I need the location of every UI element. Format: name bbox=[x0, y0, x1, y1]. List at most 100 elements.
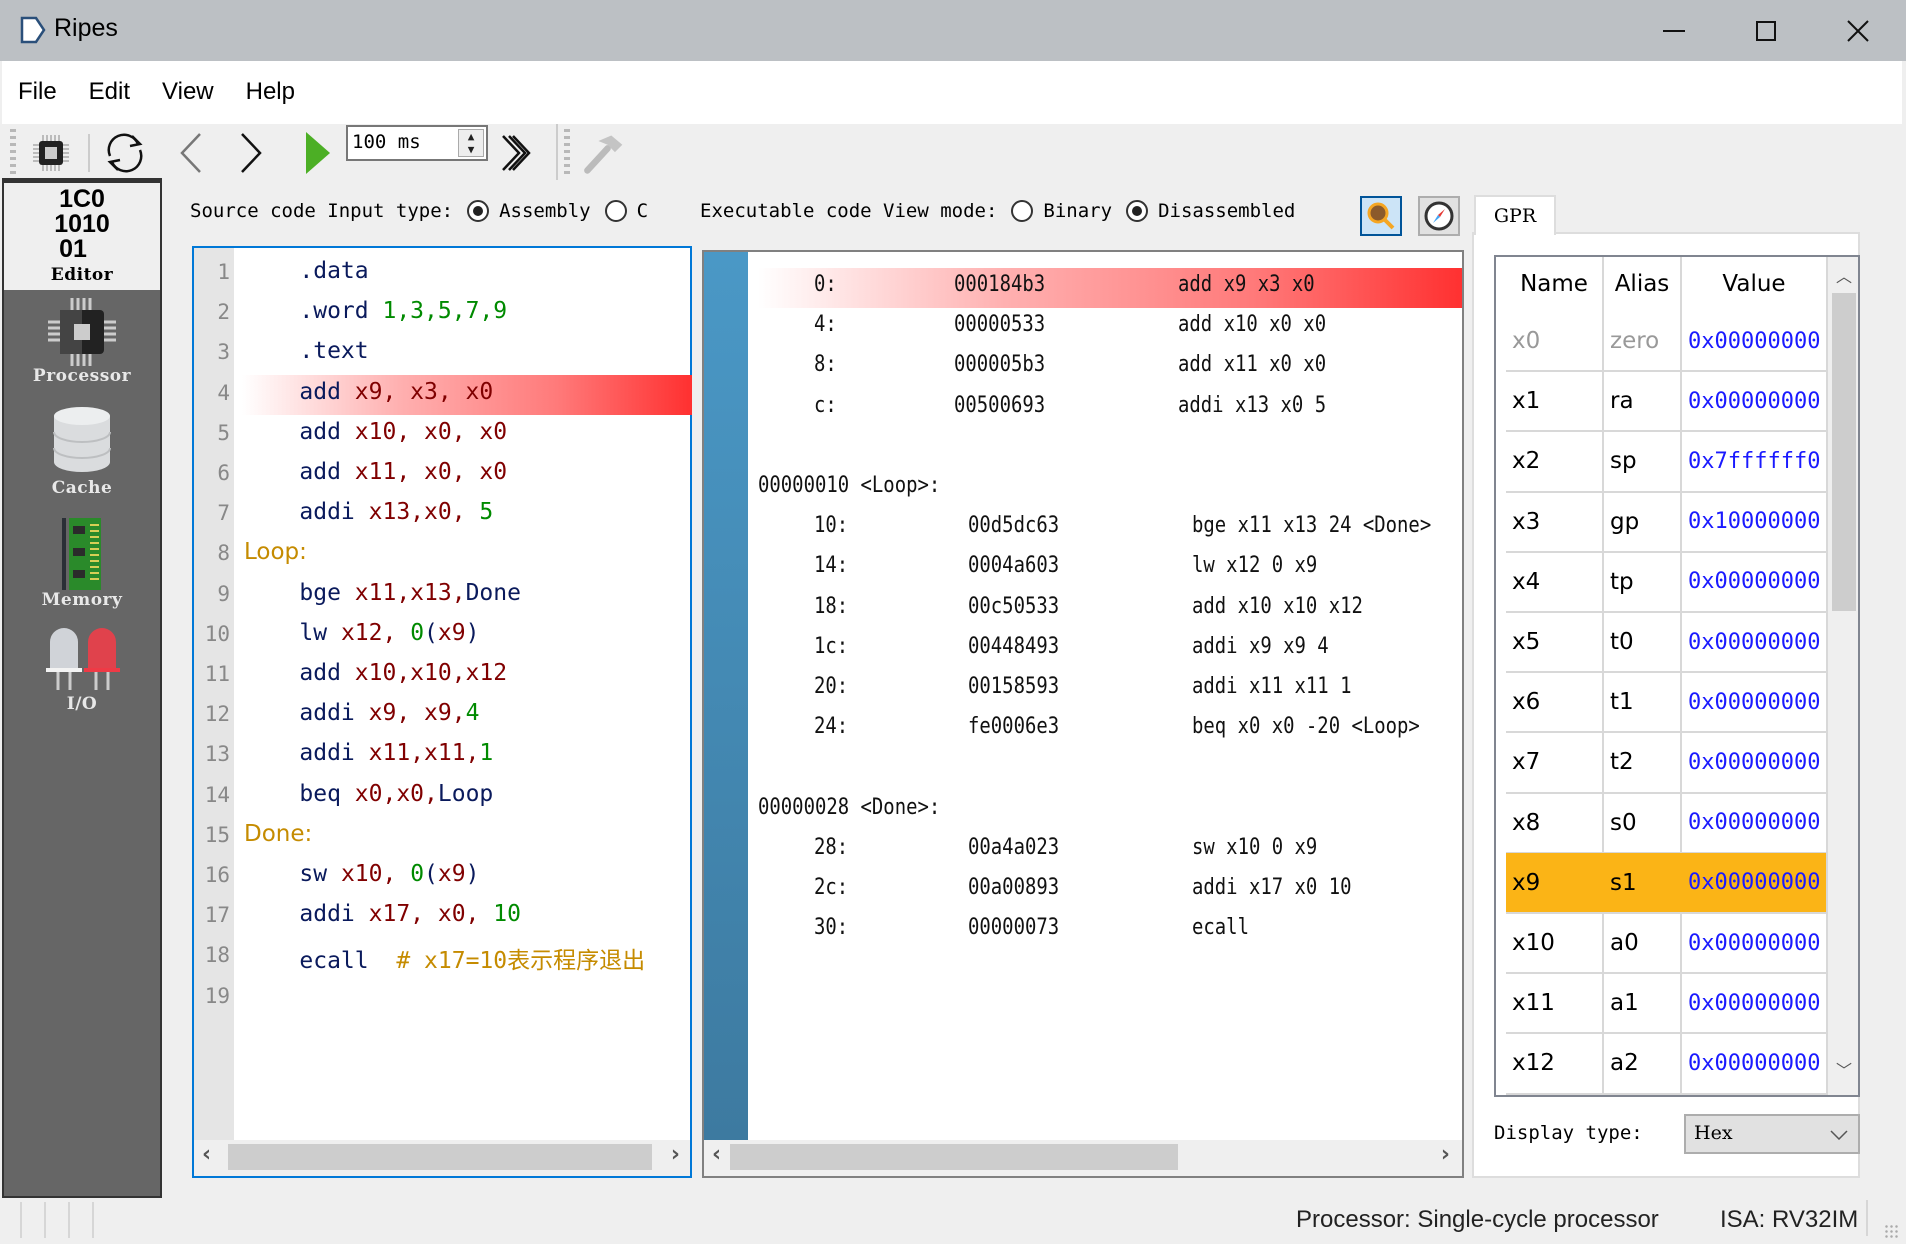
register-value[interactable]: 0x00000000 bbox=[1688, 913, 1824, 973]
column-header-alias[interactable]: Alias bbox=[1604, 257, 1680, 311]
code-line[interactable]: addi x13,x0, 5 bbox=[244, 499, 493, 525]
minimize-button[interactable] bbox=[1628, 0, 1720, 61]
code-line[interactable]: bge x11,x13,Done bbox=[244, 580, 521, 606]
code-line[interactable]: .text bbox=[244, 338, 369, 365]
code-line[interactable]: .data bbox=[244, 258, 368, 284]
register-table[interactable]: Name Alias Value x0 zero 0x00000000 x1 ra 0x0000… bbox=[1494, 255, 1860, 1097]
execution-speed-value: 100 ms bbox=[352, 131, 421, 153]
scrollbar-thumb[interactable] bbox=[228, 1144, 652, 1170]
speed-spinbox-arrows[interactable]: ▲ ▼ bbox=[458, 129, 484, 157]
run-button[interactable] bbox=[294, 130, 340, 176]
register-value[interactable]: 0x00000000 bbox=[1688, 672, 1824, 732]
display-type-select[interactable]: Hex bbox=[1684, 1114, 1860, 1154]
follow-pc-button[interactable] bbox=[1360, 196, 1402, 236]
register-alias: sp bbox=[1610, 448, 1637, 475]
register-value[interactable]: 0x7ffffff0 bbox=[1688, 431, 1824, 491]
sidebar-item-cache[interactable]: Cache bbox=[4, 406, 160, 502]
code-line[interactable]: add x10,x10,x12 bbox=[244, 660, 507, 686]
code-line[interactable]: add x9, x3, x0 bbox=[244, 379, 493, 405]
scroll-down-icon[interactable]: ﹀ bbox=[1836, 1057, 1852, 1081]
step-back-button[interactable] bbox=[168, 130, 214, 176]
scroll-up-icon[interactable]: ︿ bbox=[1836, 263, 1852, 287]
instr-encoding: 00c50533 bbox=[968, 593, 1060, 619]
scrollbar-thumb[interactable] bbox=[730, 1144, 1178, 1170]
code-line[interactable]: ecall # x17=10表示程序退出 bbox=[244, 941, 645, 975]
sidebar-item-processor[interactable]: Processor bbox=[4, 296, 160, 392]
status-processor: Processor: Single-cycle processor bbox=[1296, 1206, 1659, 1233]
radio-binary-label[interactable]: Binary bbox=[1043, 200, 1112, 222]
radio-assembly[interactable] bbox=[467, 200, 490, 222]
scroll-right-icon[interactable]: › bbox=[1441, 1142, 1450, 1167]
register-value[interactable]: 0x00000000 bbox=[1688, 732, 1824, 792]
code-line[interactable]: lw x12, 0(x9) bbox=[244, 620, 479, 646]
register-value[interactable]: 0x00000000 bbox=[1688, 973, 1824, 1033]
radio-disassembled-label[interactable]: Disassembled bbox=[1158, 200, 1295, 222]
spin-down-icon[interactable]: ▼ bbox=[459, 143, 483, 156]
code-line[interactable]: sw x10, 0(x9) bbox=[244, 861, 479, 887]
column-header-name[interactable]: Name bbox=[1506, 257, 1602, 311]
sidebar-item-memory[interactable]: Memory bbox=[4, 518, 160, 614]
sidebar-item-editor[interactable]: 1C0 1010 01 Editor bbox=[4, 180, 160, 290]
code-line[interactable]: .word 1,3,5,7,9 bbox=[244, 298, 507, 324]
code-line[interactable]: Done: bbox=[244, 821, 312, 847]
chevron-down-icon bbox=[1830, 1130, 1848, 1140]
disassembly-horizontal-scrollbar[interactable]: ‹ › bbox=[704, 1140, 1462, 1176]
chip-icon bbox=[48, 298, 116, 366]
register-value[interactable]: 0x00000000 bbox=[1688, 612, 1824, 672]
radio-assembly-label[interactable]: Assembly bbox=[499, 200, 591, 222]
register-value[interactable]: 0x00000000 bbox=[1688, 1033, 1824, 1093]
source-code-editor[interactable]: 1 2 3 4 5 6 7 8 9 10 11 12 13 14 15 16 17 18 19 .data .wor… bbox=[192, 246, 692, 1178]
fast-run-button[interactable] bbox=[496, 130, 542, 176]
toolbar-grip[interactable] bbox=[10, 129, 16, 175]
column-header-value[interactable]: Value bbox=[1682, 257, 1826, 311]
menu-edit[interactable]: Edit bbox=[89, 78, 130, 106]
register-value[interactable]: 0x00000000 bbox=[1688, 793, 1824, 853]
radio-c-label[interactable]: C bbox=[637, 200, 648, 222]
menu-view[interactable]: View bbox=[162, 78, 214, 106]
select-processor-button[interactable] bbox=[28, 130, 74, 176]
minimize-icon bbox=[1663, 29, 1685, 32]
code-line[interactable]: addi x11,x11,1 bbox=[244, 740, 493, 766]
code-line[interactable]: Loop: bbox=[244, 539, 307, 565]
radio-c[interactable] bbox=[604, 200, 627, 222]
goto-address-button[interactable] bbox=[1418, 196, 1460, 236]
menu-file[interactable]: File bbox=[18, 78, 57, 106]
code-token-dir: sw bbox=[244, 861, 341, 887]
toolbar-grip[interactable] bbox=[564, 129, 570, 175]
scroll-left-icon[interactable]: ‹ bbox=[712, 1142, 721, 1167]
register-value[interactable]: 0x00000000 bbox=[1688, 371, 1824, 431]
close-button[interactable] bbox=[1812, 0, 1904, 61]
resize-grip-icon[interactable] bbox=[1884, 1224, 1898, 1238]
menu-help[interactable]: Help bbox=[246, 78, 295, 106]
toolbar-separator bbox=[88, 134, 90, 172]
radio-binary[interactable] bbox=[1011, 200, 1034, 222]
register-value[interactable]: 0x00000000 bbox=[1688, 552, 1824, 612]
code-line[interactable]: addi x17, x0, 10 bbox=[244, 901, 521, 927]
code-line[interactable]: addi x9, x9,4 bbox=[244, 700, 479, 726]
radio-disassembled[interactable] bbox=[1126, 200, 1149, 222]
disassembly-view[interactable]: 0: 000184b3 add x9 x3 x0 4: 00000533 add x10 … bbox=[702, 250, 1464, 1178]
code-line[interactable]: add x10, x0, x0 bbox=[244, 419, 507, 445]
step-forward-button[interactable] bbox=[228, 130, 274, 176]
scrollbar-thumb[interactable] bbox=[1832, 293, 1856, 611]
instr-encoding: fe0006e3 bbox=[968, 714, 1060, 740]
maximize-button[interactable] bbox=[1720, 0, 1812, 61]
register-vertical-scrollbar[interactable]: ︿ ﹀ bbox=[1828, 257, 1858, 1095]
register-value[interactable]: 0x00000000 bbox=[1688, 853, 1824, 913]
sidebar-item-io[interactable]: I/O bbox=[4, 628, 160, 724]
code-token-num: 1,3,5,7,9 bbox=[382, 298, 508, 325]
code-line[interactable]: beq x0,x0,Loop bbox=[244, 781, 493, 807]
execution-speed-input[interactable]: 100 ms ▲ ▼ bbox=[346, 125, 488, 161]
scroll-right-icon[interactable]: › bbox=[671, 1142, 680, 1167]
code-line[interactable]: add x11, x0, x0 bbox=[244, 459, 507, 485]
editor-horizontal-scrollbar[interactable]: ‹ › bbox=[194, 1140, 690, 1176]
code-token-dir: .text bbox=[244, 338, 369, 365]
spin-up-icon[interactable]: ▲ bbox=[459, 130, 483, 143]
scroll-left-icon[interactable]: ‹ bbox=[202, 1142, 211, 1167]
register-value[interactable]: 0x10000000 bbox=[1688, 492, 1824, 552]
reset-button[interactable] bbox=[102, 130, 148, 176]
breakpoint-gutter[interactable] bbox=[704, 252, 748, 1142]
compile-button[interactable] bbox=[580, 130, 626, 176]
register-value[interactable]: 0x00000000 bbox=[1688, 311, 1824, 371]
tab-gpr[interactable]: GPR bbox=[1474, 195, 1556, 235]
